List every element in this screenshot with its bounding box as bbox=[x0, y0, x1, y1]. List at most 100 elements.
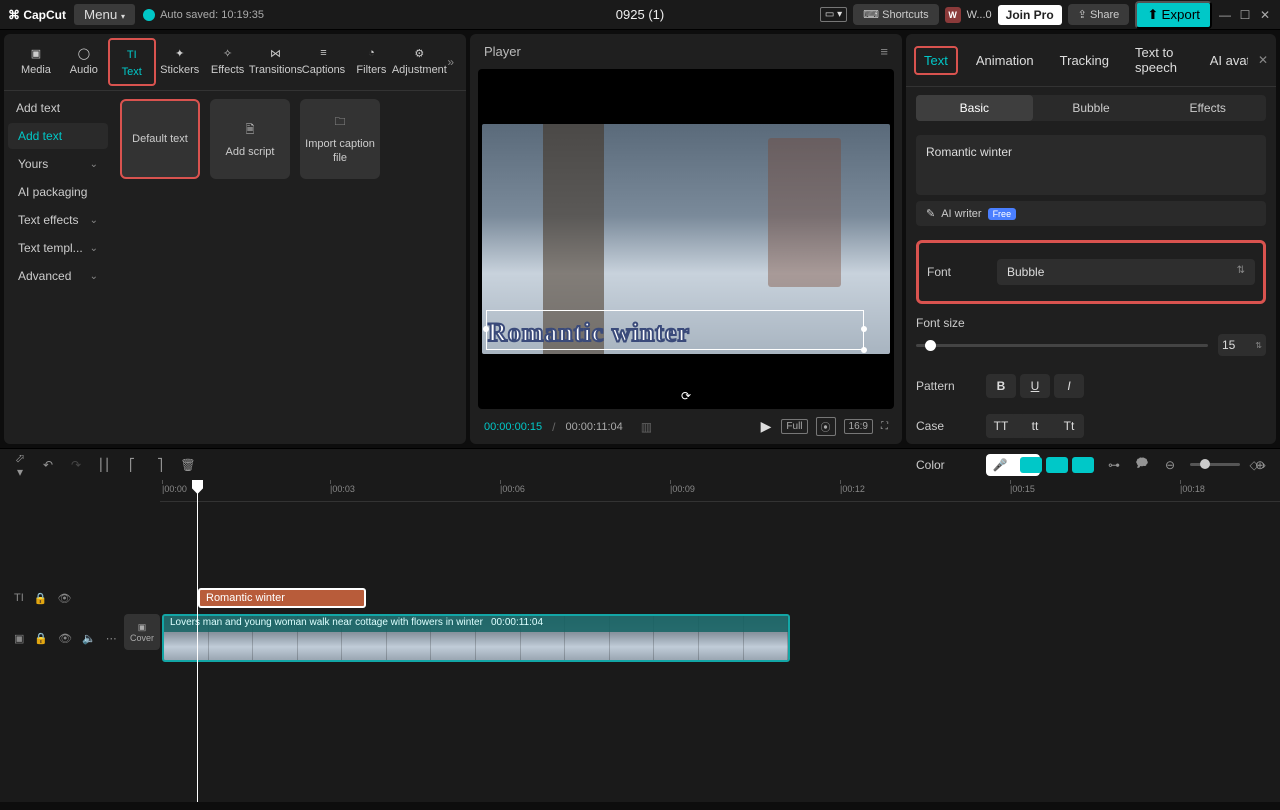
lock-icon[interactable]: 🔒 bbox=[34, 592, 48, 605]
mute-track-icon[interactable]: 🔈 bbox=[82, 632, 96, 645]
rotate-handle-icon[interactable]: ⟳ bbox=[681, 389, 691, 403]
player-viewport[interactable]: Romantic winter ⟳ bbox=[478, 69, 894, 409]
font-select[interactable]: Bubble⇅ bbox=[997, 259, 1255, 285]
video-clip[interactable]: Lovers man and young woman walk near cot… bbox=[162, 614, 790, 662]
trim-right-icon[interactable]: ⎤ bbox=[152, 458, 168, 472]
sidebar-item-add-text[interactable]: Add text bbox=[8, 123, 108, 149]
app-logo: ⌘ CapCut bbox=[8, 8, 66, 22]
italic-button[interactable]: I bbox=[1054, 374, 1084, 398]
tab-media[interactable]: ▣Media bbox=[12, 38, 60, 86]
text-clip[interactable]: Romantic winter bbox=[198, 588, 366, 608]
titlecase-button[interactable]: Tt bbox=[1054, 414, 1084, 438]
clip-duration: 00:00:11:04 bbox=[491, 617, 543, 631]
redo-icon[interactable]: ↷ bbox=[68, 458, 84, 472]
subtab-bubble[interactable]: Bubble bbox=[1033, 95, 1150, 121]
import-caption-card[interactable]: 🗀Import caption file bbox=[300, 99, 380, 179]
text-content-input[interactable]: Romantic winter bbox=[916, 135, 1266, 195]
zoom-slider[interactable] bbox=[1190, 463, 1240, 466]
fontsize-slider[interactable] bbox=[916, 344, 1208, 347]
tab-stickers[interactable]: ✦Stickers bbox=[156, 38, 204, 86]
eye-icon[interactable]: 👁 bbox=[57, 592, 71, 605]
rtab-tracking[interactable]: Tracking bbox=[1052, 48, 1117, 73]
transitions-icon: ⋈ bbox=[267, 44, 285, 62]
sidebar-item-text-effects[interactable]: Text effects bbox=[8, 207, 108, 233]
track-more-icon[interactable]: ⋯ bbox=[106, 632, 117, 645]
lowercase-button[interactable]: tt bbox=[1020, 414, 1050, 438]
aspect-ratio-button[interactable]: 16:9 bbox=[844, 419, 873, 434]
link-icon[interactable]: ⊶ bbox=[1106, 458, 1122, 472]
tab-transitions[interactable]: ⋈Transitions bbox=[252, 38, 300, 86]
bold-button[interactable]: B bbox=[986, 374, 1016, 398]
eye-icon[interactable]: 👁 bbox=[58, 632, 72, 645]
ai-writer-button[interactable]: ✎ AI writer Free bbox=[916, 201, 1266, 226]
default-text-card[interactable]: Default text bbox=[120, 99, 200, 179]
user-label: W...0 bbox=[967, 9, 992, 21]
player-panel: Player ≡ Romantic winter ⟳ 00:00:00:15 /… bbox=[470, 34, 902, 444]
tab-captions[interactable]: ≡Captions bbox=[300, 38, 348, 86]
rtab-ai-avatar[interactable]: AI avatar bbox=[1202, 48, 1248, 73]
preview-quality-button[interactable]: ⦿ bbox=[816, 417, 836, 436]
clip-name: Lovers man and young woman walk near cot… bbox=[170, 617, 483, 631]
zoom-fit-icon[interactable]: ⊕ bbox=[1252, 458, 1268, 472]
maximize-icon[interactable]: ☐ bbox=[1238, 8, 1252, 22]
underline-button[interactable]: U bbox=[1020, 374, 1050, 398]
sidebar-item-yours[interactable]: Yours bbox=[8, 151, 108, 177]
video-frame: Romantic winter bbox=[482, 124, 890, 354]
user-avatar[interactable]: W bbox=[945, 7, 961, 23]
tab-effects[interactable]: ✧Effects bbox=[204, 38, 252, 86]
pointer-tool-icon[interactable]: ⬀ ▾ bbox=[12, 451, 28, 479]
minimize-icon[interactable]: — bbox=[1218, 8, 1232, 22]
magnet-group[interactable] bbox=[1020, 457, 1094, 473]
subtab-effects[interactable]: Effects bbox=[1149, 95, 1266, 121]
close-icon[interactable]: ✕ bbox=[1258, 8, 1272, 22]
export-button[interactable]: ⬆ Export bbox=[1135, 1, 1212, 29]
text-sub-tabs: Basic Bubble Effects bbox=[916, 95, 1266, 121]
sidebar-item-advanced[interactable]: Advanced bbox=[8, 263, 108, 289]
delete-icon[interactable]: 🗑 bbox=[180, 458, 196, 472]
tabs-overflow-icon[interactable]: » bbox=[443, 55, 458, 69]
timeline[interactable]: |00:00 |00:03 |00:06 |00:09 |00:12 |00:1… bbox=[0, 480, 1280, 802]
playhead[interactable] bbox=[197, 480, 198, 802]
preview-full-button[interactable]: Full bbox=[781, 419, 807, 434]
join-pro-button[interactable]: Join Pro bbox=[998, 5, 1062, 25]
filters-icon: ◔ bbox=[362, 44, 380, 62]
text-overlay[interactable]: Romantic winter bbox=[488, 318, 860, 348]
tab-filters[interactable]: ◔Filters bbox=[347, 38, 395, 86]
fontsize-input[interactable]: 15⇅ bbox=[1218, 334, 1266, 356]
rtabs-close-icon[interactable]: ✕ bbox=[1258, 53, 1268, 67]
sidebar-item-ai-packaging[interactable]: AI packaging bbox=[8, 179, 108, 205]
rtab-animation[interactable]: Animation bbox=[968, 48, 1042, 73]
cover-button[interactable]: ▣Cover bbox=[124, 614, 160, 650]
undo-icon[interactable]: ↶ bbox=[40, 458, 56, 472]
library-panel: ▣Media ◯Audio TIText ✦Stickers ✧Effects … bbox=[4, 34, 466, 444]
chevron-updown-icon: ⇅ bbox=[1237, 265, 1245, 279]
rtab-text[interactable]: Text bbox=[914, 46, 958, 75]
tab-audio[interactable]: ◯Audio bbox=[60, 38, 108, 86]
subtab-basic[interactable]: Basic bbox=[916, 95, 1033, 121]
split-icon[interactable]: ⎮⎮ bbox=[96, 458, 112, 472]
font-label: Font bbox=[927, 265, 987, 279]
zoom-out-icon[interactable]: ⊖ bbox=[1162, 458, 1178, 472]
share-button[interactable]: ⇪ Share bbox=[1068, 4, 1130, 25]
uppercase-button[interactable]: TT bbox=[986, 414, 1016, 438]
screen-ratio-icon[interactable]: ▭ ▾ bbox=[820, 7, 847, 22]
fullscreen-icon[interactable]: ⛶ bbox=[881, 421, 888, 432]
sidebar-item-text-templates[interactable]: Text templ... bbox=[8, 235, 108, 261]
player-menu-icon[interactable]: ≡ bbox=[880, 44, 888, 59]
trim-left-icon[interactable]: ⎡ bbox=[124, 458, 140, 472]
lock-icon[interactable]: 🔒 bbox=[34, 632, 48, 645]
mute-icon[interactable]: 🗭 bbox=[1134, 454, 1150, 475]
project-title[interactable]: 0925 (1) bbox=[616, 7, 664, 22]
mic-icon[interactable]: 🎤 bbox=[992, 458, 1008, 472]
effects-icon: ✧ bbox=[219, 44, 237, 62]
rtab-tts[interactable]: Text to speech bbox=[1127, 40, 1192, 80]
menu-button[interactable]: Menu ▾ bbox=[74, 4, 135, 25]
add-script-card[interactable]: 🗎Add script bbox=[210, 99, 290, 179]
tab-text[interactable]: TIText bbox=[108, 38, 156, 86]
compare-icon[interactable]: ▥ bbox=[641, 420, 652, 434]
time-ruler[interactable]: |00:00 |00:03 |00:06 |00:09 |00:12 |00:1… bbox=[160, 480, 1280, 502]
sparkle-icon: ✎ bbox=[926, 207, 935, 220]
tab-adjustment[interactable]: ⚙Adjustment bbox=[395, 38, 443, 86]
play-button[interactable]: ▶ bbox=[761, 418, 772, 435]
shortcuts-button[interactable]: ⌨ Shortcuts bbox=[853, 4, 938, 25]
